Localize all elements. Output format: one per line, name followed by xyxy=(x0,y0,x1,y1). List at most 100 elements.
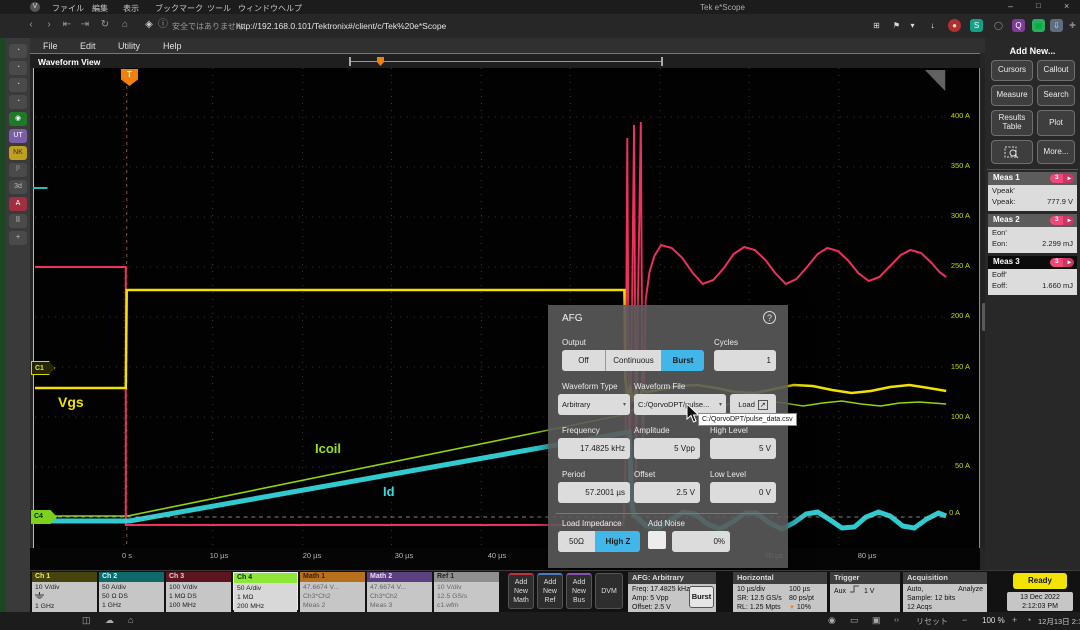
overview-trigger-marker[interactable] xyxy=(377,57,384,66)
scope-menu-utility[interactable]: Utility xyxy=(118,41,140,51)
horizontal-overview-bar[interactable] xyxy=(349,57,663,66)
menu-file[interactable]: ファイル xyxy=(52,3,84,14)
s-extension-icon[interactable]: S xyxy=(970,19,983,32)
minimize-icon[interactable]: – xyxy=(1008,1,1013,11)
trigger-panel[interactable]: Trigger Aux 1 V xyxy=(830,572,900,610)
puzzle-extension-icon[interactable]: ✚ xyxy=(1066,19,1079,32)
tiles-icon[interactable]: ⊞ xyxy=(870,19,883,32)
load-button[interactable]: Load↗ xyxy=(730,394,776,415)
zoom-box-button[interactable] xyxy=(991,140,1033,164)
add-new-math-button[interactable]: Add New Math xyxy=(508,573,534,609)
zoom-reset-label[interactable]: リセット xyxy=(916,616,948,627)
noise-percent-field[interactable]: 0% xyxy=(672,531,730,552)
shield-icon[interactable]: ◈ xyxy=(142,19,156,31)
help-icon[interactable]: ? xyxy=(763,311,776,324)
tab-icon-4[interactable]: ◔ xyxy=(9,95,27,109)
tab-icon-3[interactable]: ◔ xyxy=(9,78,27,92)
zoom-out-icon[interactable]: − xyxy=(962,615,967,625)
high-level-field[interactable]: 5 V xyxy=(710,438,776,459)
zoom-in-icon[interactable]: + xyxy=(1012,615,1017,625)
output-continuous-button[interactable]: Continuous xyxy=(606,350,662,371)
threed-tab-icon[interactable]: 3d xyxy=(9,180,27,194)
waveform-file-dropdown[interactable]: C:/QorvoDPT/pulse...▾ xyxy=(634,394,726,415)
menu-tools[interactable]: ツール xyxy=(207,3,231,14)
amplitude-field[interactable]: 5 Vpp xyxy=(634,438,700,459)
low-level-field[interactable]: 0 V xyxy=(710,482,776,503)
info-icon[interactable]: ⓘ xyxy=(156,19,170,31)
add-new-ref-button[interactable]: Add New Ref xyxy=(537,573,563,609)
math2-badge[interactable]: Math 2 47.6674 V...Ch3*Ch2Meas 3 xyxy=(367,572,432,610)
dvm-button[interactable]: DVM xyxy=(595,573,623,609)
url-text[interactable]: http://192.168.0.101/Tektronix#/client/c… xyxy=(236,21,446,31)
code-icon[interactable]: ‹› xyxy=(894,615,899,624)
tab-icon-1[interactable]: ◔ xyxy=(9,44,27,58)
impedance-50ohm-button[interactable]: 50Ω xyxy=(558,531,596,552)
tab-waveform-view[interactable]: Waveform View xyxy=(38,57,100,67)
measure-button[interactable]: Measure xyxy=(991,85,1033,106)
results-table-button[interactable]: Results Table xyxy=(991,110,1033,136)
afg-status-panel[interactable]: AFG: Arbitrary Freq: 17.4825 kHzAmp: 5 V… xyxy=(628,572,716,610)
scope-menu-edit[interactable]: Edit xyxy=(80,41,96,51)
status-home-icon[interactable]: ⌂ xyxy=(128,615,133,625)
ch3-badge[interactable]: Ch 3 100 V/div1 MΩ DS100 MHz xyxy=(166,572,231,610)
scope-menu-file[interactable]: File xyxy=(43,41,58,51)
tab-icon-2[interactable]: ◔ xyxy=(9,61,27,75)
afg-burst-button[interactable]: Burst xyxy=(689,586,714,608)
home-icon[interactable]: ⌂ xyxy=(118,19,132,31)
cycles-field[interactable]: 1 xyxy=(714,350,776,371)
menu-view[interactable]: 表示 xyxy=(123,3,139,14)
reload-icon[interactable]: ↻ xyxy=(98,19,112,31)
menu-help[interactable]: ヘルプ xyxy=(278,3,302,14)
zoom-level[interactable]: 100 % xyxy=(982,616,1005,625)
search-button[interactable]: Search xyxy=(1037,85,1075,106)
offset-field[interactable]: 2.5 V xyxy=(634,482,700,503)
bookmark-icon[interactable]: ⚑ xyxy=(890,19,903,32)
menu-window[interactable]: ウィンドウ xyxy=(238,3,278,14)
callout-button[interactable]: Callout xyxy=(1037,60,1075,81)
output-burst-button[interactable]: Burst xyxy=(662,350,704,371)
nk-tab-icon[interactable]: NK xyxy=(9,146,27,160)
cursors-button[interactable]: Cursors xyxy=(991,60,1033,81)
period-field[interactable]: 57.2001 µs xyxy=(558,482,630,503)
fastforward-icon[interactable]: ⇥ xyxy=(78,19,92,31)
active-scope-tab-icon[interactable]: ◉ xyxy=(9,112,27,126)
a-tab-icon[interactable]: A xyxy=(9,197,27,211)
ch2-badge[interactable]: Ch 2 50 A/div50 Ω DS1 GHz xyxy=(99,572,164,610)
ghost-extension-icon[interactable]: ◯ xyxy=(992,19,1005,32)
math1-badge[interactable]: Math 1 47.6674 V...Ch3*Ch2Meas 2 xyxy=(300,572,365,610)
meas3-badge[interactable]: Meas 3 3▸ Eoff' Eoff:1.660 mJ xyxy=(988,256,1077,295)
images-toggle-icon[interactable]: ▣ xyxy=(872,615,881,626)
close-icon[interactable]: × xyxy=(1064,1,1069,11)
new-tab-icon[interactable]: + xyxy=(9,231,27,245)
panel-toggle-icon[interactable]: ◫ xyxy=(82,615,91,626)
browser-logo-icon[interactable]: V xyxy=(30,2,40,12)
sync-cloud-icon[interactable]: ☁ xyxy=(105,615,114,626)
waveform-type-dropdown[interactable]: Arbitrary▾ xyxy=(558,394,630,415)
download-icon[interactable]: ↓ xyxy=(926,19,939,32)
maximize-icon[interactable]: □ xyxy=(1036,1,1041,10)
impedance-highz-button[interactable]: High Z xyxy=(596,531,640,552)
grid-extension-icon[interactable]: ▦ xyxy=(1032,19,1045,32)
record-extension-icon[interactable]: ● xyxy=(948,19,961,32)
tiling-icon[interactable]: ▭ xyxy=(850,615,859,626)
add-noise-checkbox[interactable] xyxy=(648,531,666,549)
arrow-extension-icon[interactable]: ⇩ xyxy=(1050,19,1063,32)
menu-edit[interactable]: 編集 xyxy=(92,3,108,14)
horizontal-panel[interactable]: Horizontal 10 µs/div100 µs SR: 12.5 GS/s… xyxy=(733,572,827,610)
frequency-field[interactable]: 17.4825 kHz xyxy=(558,438,630,459)
forward-icon[interactable]: › xyxy=(42,19,56,31)
meas2-count-pill[interactable]: 3▸ xyxy=(1050,216,1074,225)
meas2-badge[interactable]: Meas 2 3▸ Eon' Eon:2.299 mJ xyxy=(988,214,1077,253)
qr-tab-icon[interactable]: ⠟ xyxy=(9,163,27,177)
add-new-bus-button[interactable]: Add New Bus xyxy=(566,573,592,609)
plot-button[interactable]: Plot xyxy=(1037,110,1075,136)
afg-dialog[interactable]: AFG ? Output Off Continuous Burst Cycles… xyxy=(548,305,788,568)
apps-grid-icon[interactable]: ⠿ xyxy=(9,214,27,228)
rewind-icon[interactable]: ⇤ xyxy=(60,19,74,31)
meas3-count-pill[interactable]: 3▸ xyxy=(1050,258,1074,267)
capture-icon[interactable]: ◉ xyxy=(828,615,836,626)
more-button[interactable]: More... xyxy=(1037,140,1075,164)
ut-tab-icon[interactable]: UT xyxy=(9,129,27,143)
output-off-button[interactable]: Off xyxy=(562,350,606,371)
chevron-down-icon[interactable]: ▾ xyxy=(906,19,919,32)
